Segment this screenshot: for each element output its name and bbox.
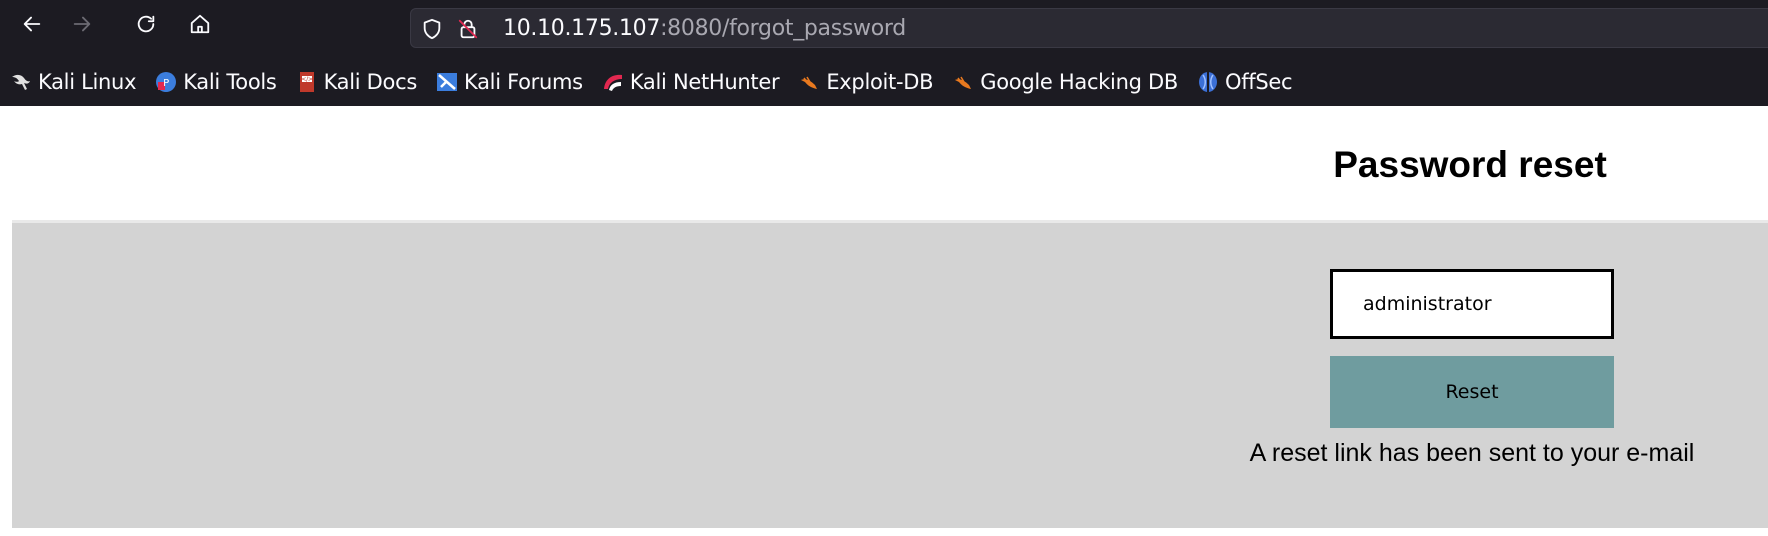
address-bar[interactable]: 10.10.175.107:8080/forgot_password [410,8,1768,48]
bookmark-kali-linux[interactable]: Kali Linux [0,64,145,100]
arrow-left-icon [21,13,43,41]
reset-form-panel: Reset A reset link has been sent to your… [12,220,1768,528]
bookmark-label: Kali Linux [38,70,137,94]
bookmark-label: Google Hacking DB [980,70,1178,94]
bookmark-label: Exploit-DB [826,70,934,94]
offsec-icon [1197,71,1219,93]
svg-text:</>: </> [301,76,312,83]
kali-docs-icon: </> [296,71,318,93]
kali-dragon-icon [10,71,32,93]
reset-button[interactable]: Reset [1330,356,1614,428]
forward-button[interactable] [66,11,98,43]
username-input[interactable] [1330,269,1614,339]
bookmark-label: Kali NetHunter [629,70,780,94]
bookmark-kali-forums[interactable]: Kali Forums [426,64,592,100]
bookmark-kali-nethunter[interactable]: Kali NetHunter [592,64,788,100]
url-path: :8080/forgot_password [660,16,906,41]
bookmarks-toolbar: Kali Linux P Kali Tools </> Kali Docs Ka… [0,62,1768,102]
svg-text:P: P [163,78,169,89]
exploit-db-icon [798,71,820,93]
bookmark-label: Kali Tools [183,70,277,94]
kali-forums-icon [436,71,458,93]
bookmark-kali-tools[interactable]: P Kali Tools [145,64,285,100]
bookmark-label: Kali Forums [463,70,583,94]
bookmark-label: Kali Docs [323,70,418,94]
browser-chrome: 10.10.175.107:8080/forgot_password Kali … [0,0,1768,106]
insecure-lock-icon[interactable] [457,18,479,40]
url-text[interactable]: 10.10.175.107:8080/forgot_password [503,16,906,41]
home-button[interactable] [184,11,216,43]
reload-icon [135,13,157,41]
kali-tools-icon: P [155,71,177,93]
bookmark-kali-docs[interactable]: </> Kali Docs [286,64,426,100]
bookmark-label: OffSec [1224,70,1293,94]
page-title: Password reset [1333,144,1607,185]
back-button[interactable] [16,11,48,43]
navigation-toolbar: 10.10.175.107:8080/forgot_password [0,0,1768,54]
arrow-right-icon [71,13,93,41]
status-message: A reset link has been sent to your e-mai… [1249,439,1695,467]
page-content: Password reset Reset A reset link has be… [0,106,1768,536]
kali-nethunter-icon [602,71,624,93]
ghdb-icon [952,71,974,93]
bookmark-google-hacking-db[interactable]: Google Hacking DB [942,64,1187,100]
home-icon [189,13,211,41]
reload-button[interactable] [130,11,162,43]
shield-icon[interactable] [421,18,443,40]
bookmark-offsec[interactable]: OffSec [1187,64,1301,100]
url-host: 10.10.175.107 [503,16,661,41]
bookmark-exploit-db[interactable]: Exploit-DB [788,64,942,100]
